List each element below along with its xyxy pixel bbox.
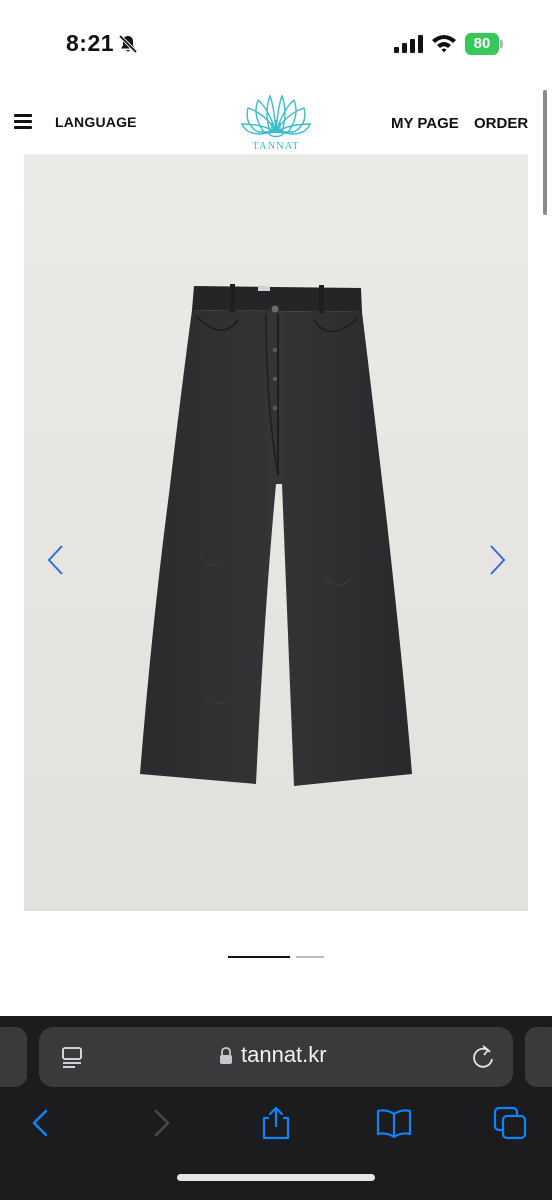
- chevron-left-icon[interactable]: [44, 543, 68, 577]
- back-icon[interactable]: [24, 1106, 60, 1140]
- my-page-link[interactable]: MY PAGE: [391, 115, 459, 132]
- site-header: LANGUAGE TANNAT MY PAGE ORDER: [0, 90, 552, 154]
- url-text[interactable]: tannat.kr: [241, 1042, 327, 1068]
- language-link[interactable]: LANGUAGE: [55, 114, 137, 130]
- chevron-right-icon[interactable]: [485, 543, 509, 577]
- status-bar: 8:21 80: [0, 0, 552, 90]
- battery-level: 80: [465, 33, 499, 55]
- product-photo-black-wide-jeans: [24, 154, 528, 911]
- status-time: 8:21: [66, 30, 115, 56]
- home-indicator[interactable]: [177, 1174, 375, 1181]
- logo-text: TANNAT: [252, 141, 299, 152]
- order-link[interactable]: ORDER: [474, 115, 528, 132]
- tabs-icon[interactable]: [493, 1106, 529, 1140]
- reader-icon[interactable]: [61, 1046, 83, 1068]
- signal-icon: [394, 35, 423, 53]
- previous-tab-preview[interactable]: [0, 1027, 27, 1087]
- page-scrollbar[interactable]: [543, 90, 547, 215]
- reload-icon[interactable]: [471, 1044, 495, 1070]
- product-image-carousel[interactable]: [24, 154, 528, 911]
- pager-dot-active[interactable]: [228, 956, 290, 958]
- forward-icon[interactable]: [144, 1106, 180, 1140]
- bell-slash-icon: [118, 34, 138, 54]
- wifi-icon: [432, 35, 456, 53]
- next-tab-preview[interactable]: [525, 1027, 552, 1087]
- battery-cap: [500, 40, 503, 48]
- share-icon[interactable]: [258, 1106, 294, 1140]
- address-bar[interactable]: tannat.kr: [39, 1027, 513, 1087]
- pager-dot[interactable]: [296, 956, 324, 958]
- browser-chrome: tannat.kr: [0, 1016, 552, 1200]
- bookmarks-icon[interactable]: [376, 1106, 412, 1140]
- battery-indicator: 80: [465, 33, 503, 55]
- menu-icon[interactable]: [14, 114, 32, 130]
- tannat-logo[interactable]: TANNAT: [236, 94, 316, 156]
- lock-icon: [220, 1047, 232, 1064]
